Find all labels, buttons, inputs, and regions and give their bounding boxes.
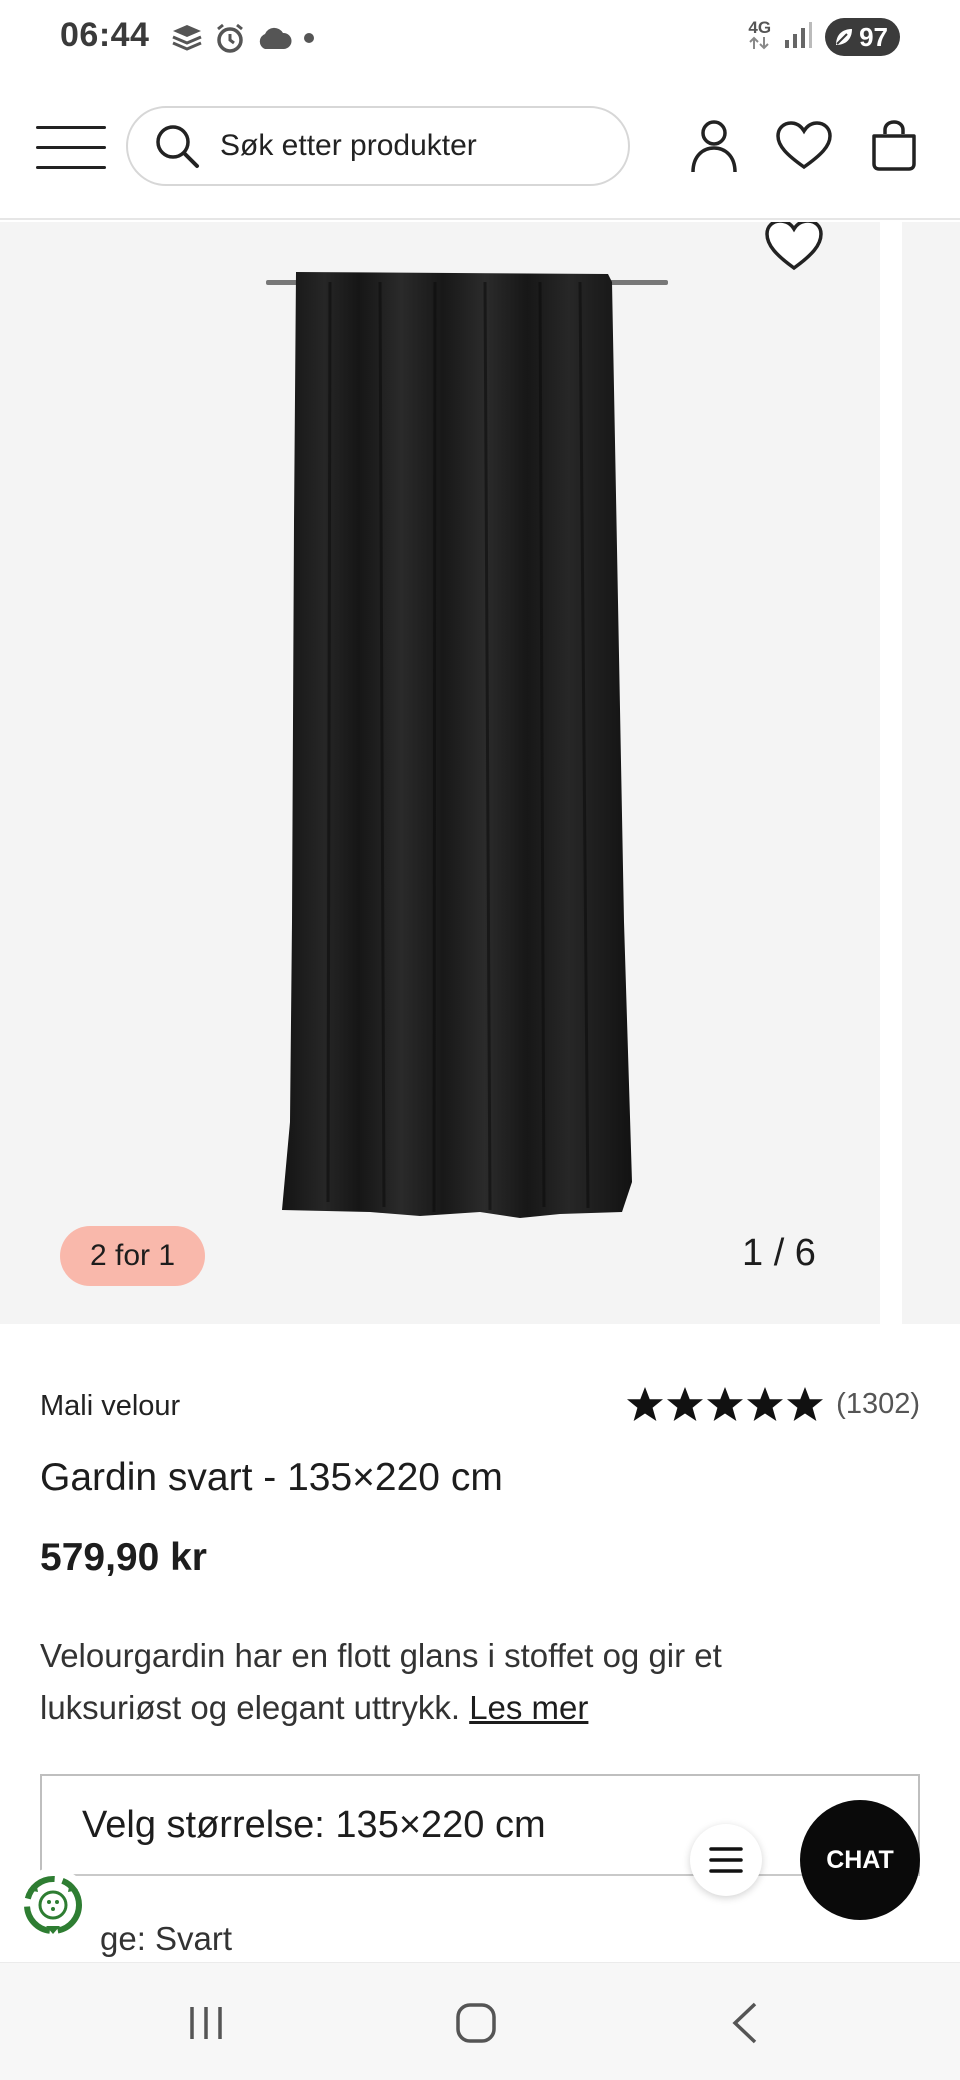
status-icons-right: 4G 97 xyxy=(748,18,900,56)
gallery-slide-current[interactable]: 2 for 1 1 / 6 xyxy=(0,222,880,1324)
gallery-icon xyxy=(170,23,204,58)
back-button[interactable] xyxy=(704,1993,784,2053)
chat-button[interactable]: CHAT xyxy=(800,1800,920,1920)
bag-icon xyxy=(872,120,916,171)
status-bar: 06:44 4G 97 xyxy=(0,0,960,78)
home-button[interactable] xyxy=(436,1993,516,2053)
size-selector-border xyxy=(40,1874,920,1876)
product-wishlist-button[interactable] xyxy=(762,222,826,276)
product-title: Gardin svart - 135×220 cm xyxy=(40,1456,503,1499)
product-rating[interactable]: (1302) xyxy=(626,1386,920,1422)
size-selector-label: Velg størrelse: 135×220 cm xyxy=(82,1803,546,1846)
read-more-link[interactable]: Les mer xyxy=(469,1689,588,1726)
cloud-icon xyxy=(256,25,292,56)
promo-badge: 2 for 1 xyxy=(60,1226,206,1286)
signal-icon xyxy=(783,20,813,55)
recent-apps-button[interactable] xyxy=(166,1993,246,2053)
floating-menu-button[interactable] xyxy=(690,1824,762,1896)
recent-apps-icon xyxy=(190,2007,222,2039)
dot-icon xyxy=(302,31,316,50)
data-arrows-icon xyxy=(749,36,770,50)
site-header: Søk etter produkter xyxy=(0,100,960,220)
search-placeholder: Søk etter produkter xyxy=(220,129,477,162)
star-icon xyxy=(627,1386,664,1422)
account-icon xyxy=(691,120,737,173)
home-icon xyxy=(456,2003,496,2043)
star-icon xyxy=(787,1386,824,1422)
product-gallery[interactable]: 2 for 1 1 / 6 xyxy=(0,222,960,1324)
menu-button[interactable] xyxy=(36,124,106,172)
color-selector[interactable]: ge: Svart xyxy=(100,1920,232,1958)
product-brand: Mali velour xyxy=(40,1390,181,1422)
wishlist-button[interactable] xyxy=(774,116,834,176)
alarm-icon xyxy=(214,22,246,59)
eco-badge[interactable] xyxy=(16,1868,90,1942)
network-indicator: 4G xyxy=(748,19,771,55)
search-input[interactable]: Søk etter produkter xyxy=(126,106,630,186)
battery-leaf-icon xyxy=(836,29,853,45)
menu-icon-line-middle xyxy=(36,146,106,149)
color-label: ge: xyxy=(100,1920,146,1957)
network-label: 4G xyxy=(748,18,772,37)
search-icon xyxy=(156,125,199,168)
battery-level: 97 xyxy=(859,21,888,52)
status-icons-left xyxy=(170,22,316,59)
account-button[interactable] xyxy=(684,116,744,176)
status-time: 06:44 xyxy=(60,16,150,54)
gallery-pager: 1 / 6 xyxy=(742,1232,816,1274)
battery-indicator: 97 xyxy=(825,18,900,56)
product-description: Velourgardin har en flott glans i stoffe… xyxy=(40,1630,840,1734)
heart-icon xyxy=(765,222,823,271)
menu-icon-line-bottom xyxy=(36,166,106,169)
recycle-icon xyxy=(24,1876,82,1934)
size-selector[interactable]: Velg størrelse: 135×220 cm xyxy=(40,1774,920,1876)
star-icon xyxy=(747,1386,784,1422)
description-text: Velourgardin har en flott glans i stoffe… xyxy=(40,1637,722,1726)
product-price: 579,90 kr xyxy=(40,1536,207,1579)
list-icon xyxy=(709,1847,743,1873)
gallery-slide-next[interactable] xyxy=(902,222,960,1324)
star-icon xyxy=(667,1386,704,1422)
menu-icon-line-top xyxy=(36,126,106,129)
back-icon xyxy=(732,2002,757,2044)
product-image xyxy=(220,222,680,1324)
star-icon xyxy=(707,1386,744,1422)
rating-count: (1302) xyxy=(836,1387,920,1420)
color-value: Svart xyxy=(155,1920,233,1957)
system-nav-bar xyxy=(0,1962,960,2080)
cart-button[interactable] xyxy=(864,116,924,176)
heart-icon xyxy=(776,121,832,170)
